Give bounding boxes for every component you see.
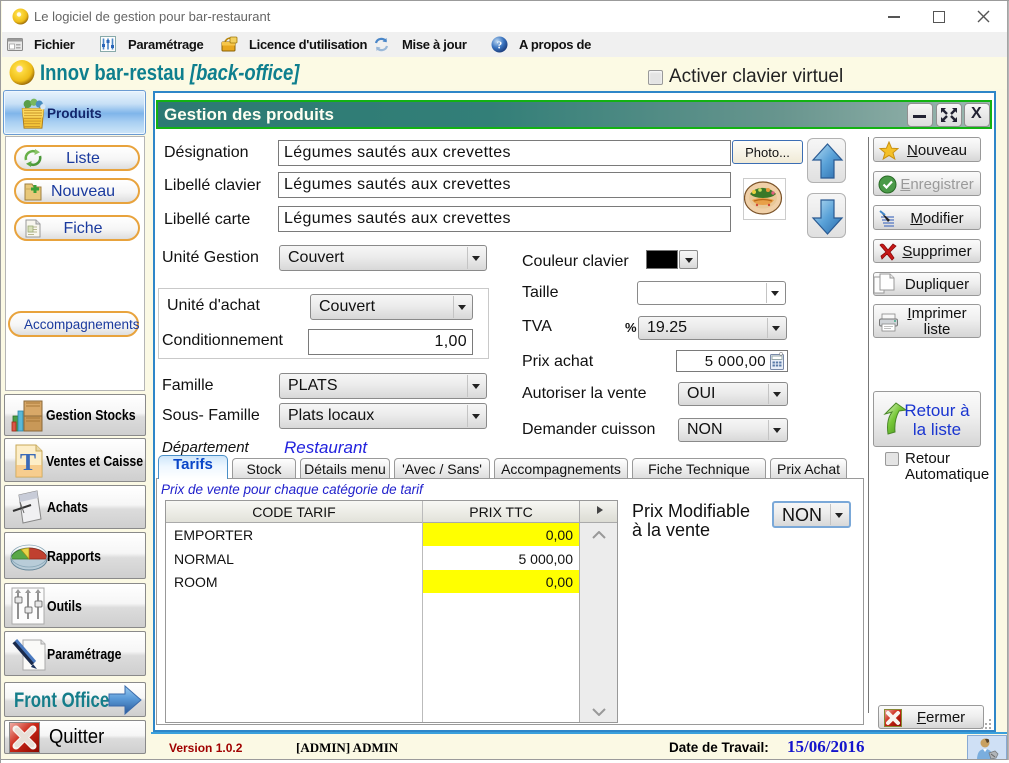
svg-text:T: T <box>20 450 36 476</box>
svg-text:?: ? <box>497 40 503 52</box>
